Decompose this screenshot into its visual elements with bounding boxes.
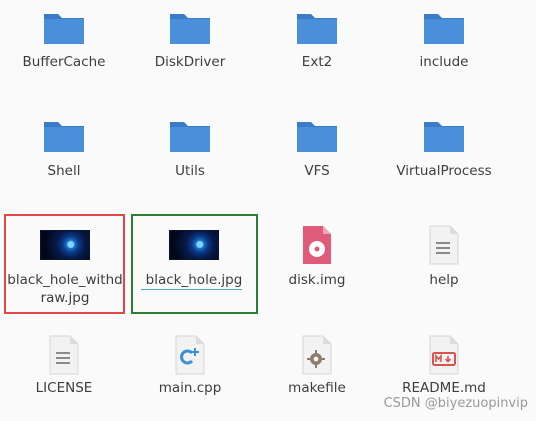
image-file-item[interactable]: black_hole_withdraw.jpg [3,216,127,312]
markdown-file-item[interactable]: README.md [382,332,506,402]
file-label: disk.img [288,272,346,288]
file-label: BufferCache [22,54,106,70]
watermark-text: CSDN @biyezuopinvip [383,396,528,411]
text-file-item[interactable]: help [382,216,506,312]
markdown-file-icon [426,334,462,376]
file-label: DiskDriver [154,54,226,70]
folder-icon [295,10,339,46]
cpp-file-item[interactable]: main.cpp [128,332,252,402]
file-label: VirtualProcess [396,163,492,179]
folder-item[interactable]: DiskDriver [128,8,252,78]
folder-icon [42,118,86,154]
file-label: README.md [402,380,486,396]
file-label: Ext2 [301,54,333,70]
folder-item[interactable]: Ext2 [255,8,379,78]
file-label: makefile [288,380,346,396]
folder-item[interactable]: Utils [128,116,252,186]
folder-item[interactable]: BufferCache [2,8,126,78]
text-file-icon [46,334,82,376]
file-label: LICENSE [35,380,93,396]
image-thumbnail [169,230,219,260]
text-file-item[interactable]: LICENSE [2,332,126,402]
folder-item[interactable]: include [382,8,506,78]
file-label: black_hole_withdraw.jpg [7,272,123,306]
file-label: include [419,54,469,70]
folder-icon [168,118,212,154]
file-label: VFS [304,163,330,179]
disk-image-icon [299,224,335,266]
folder-icon [168,10,212,46]
makefile-icon [299,334,335,376]
file-label: Shell [47,163,81,179]
folder-icon [422,118,466,154]
file-label: Utils [175,163,205,179]
image-thumbnail [40,230,90,260]
file-label: black_hole.jpg [145,272,243,288]
folder-item[interactable]: Shell [2,116,126,186]
makefile-item[interactable]: makefile [255,332,379,402]
rename-underline [141,289,242,290]
folder-item[interactable]: VFS [255,116,379,186]
file-label: main.cpp [158,380,222,396]
file-label: help [429,272,459,288]
folder-item[interactable]: VirtualProcess [382,116,506,186]
cpp-file-icon [172,334,208,376]
folder-icon [422,10,466,46]
folder-icon [295,118,339,154]
folder-icon [42,10,86,46]
file-grid: BufferCache DiskDriver Ext2 include Shel… [0,0,536,421]
disk-image-item[interactable]: disk.img [255,216,379,312]
image-file-item[interactable]: black_hole.jpg [132,216,256,312]
text-file-icon [426,224,462,266]
